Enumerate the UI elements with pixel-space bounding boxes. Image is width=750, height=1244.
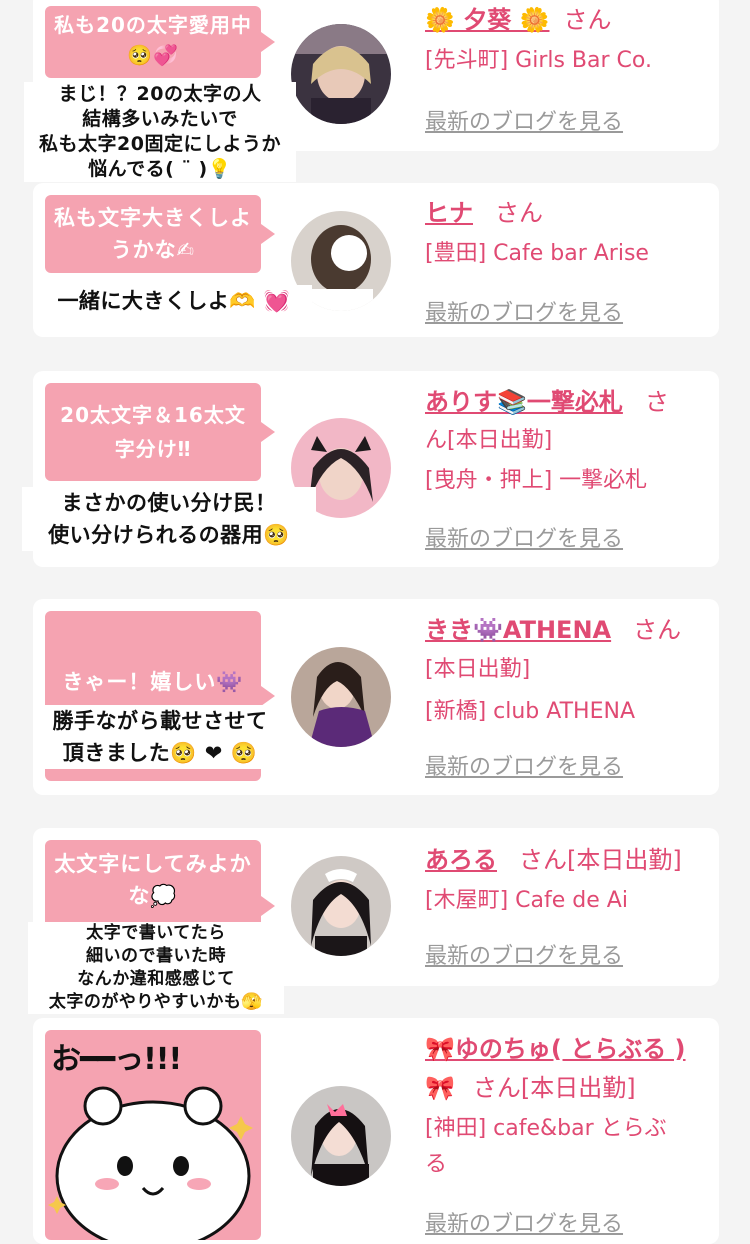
- caption-line: まさかの使い分け民！: [61, 491, 277, 515]
- host-info: ヒナ さん [豊田] Cafe bar Arise: [425, 193, 709, 275]
- caption-line: 太字で書いてたら: [86, 923, 226, 943]
- host-name-link[interactable]: ありす📚一撃必札: [425, 388, 623, 416]
- caption-line: まじ！？20の太字の人: [58, 83, 262, 105]
- avatar[interactable]: [291, 647, 391, 747]
- comment-text: 私も20の太字愛用中🥺💞: [54, 13, 252, 67]
- caption-line: 一緒に大きくしよ🫶 💓: [57, 289, 291, 313]
- latest-blog-link[interactable]: 最新のブログを見る: [425, 295, 623, 327]
- host-info: きき👾ATHENA さん [本日出勤] [新橋] club ATHENA: [425, 611, 709, 733]
- caption-line: 使い分けられるの器用🥺: [48, 523, 290, 547]
- latest-blog-link[interactable]: 最新のブログを見る: [425, 104, 623, 136]
- host-info: 🎀ゆのちゅ( とらぶる ) 🎀 さん[本日出勤] [神田] cafe&bar とら…: [425, 1030, 709, 1186]
- comment-bubble: 20太文字＆16太文字分け‼: [45, 383, 275, 481]
- host-info: ありす📚一撃必札さ ん[本日出勤] [曳舟・押上] 一撃必札: [425, 383, 709, 501]
- latest-blog-link[interactable]: 最新のブログを見る: [425, 1206, 623, 1238]
- host-name-link[interactable]: ヒナ: [425, 199, 473, 227]
- host-name-link[interactable]: あろる: [425, 846, 497, 874]
- honorific: さん[本日出勤]: [519, 846, 682, 874]
- avatar[interactable]: [291, 1086, 391, 1186]
- caption-box: 太字で書いてたら 細いので書いた時 なんか違和感感じて 太字のがやりやすいかも🫣: [28, 922, 284, 1014]
- host-info: あろる さん[本日出勤] [木屋町] Cafe de Ai: [425, 840, 709, 922]
- comment-text: 20太文字＆16太文字分け‼: [60, 403, 246, 461]
- caption-line: なんか違和感感じて: [77, 969, 235, 989]
- caption-line: 私も太字20固定にしようか: [39, 133, 281, 155]
- shop-line: [新橋] club ATHENA: [425, 699, 635, 724]
- shop-line: [豊田] Cafe bar Arise: [425, 241, 649, 266]
- latest-blog-link[interactable]: 最新のブログを見る: [425, 749, 623, 781]
- caption-line: 太字のがやりやすいかも🫣: [48, 992, 264, 1012]
- comment-bubble: 私も20の太字愛用中🥺💞: [45, 6, 275, 78]
- profile-card: お━━っ!!! 🎀ゆのちゅ( とらぶる ) 🎀 さん[本日出勤] [神田] ca…: [33, 1018, 719, 1244]
- status-line: [本日出勤]: [425, 657, 531, 682]
- honorific: さん[本日出勤]: [472, 1074, 636, 1102]
- name-suffix: 🎀: [425, 1074, 455, 1102]
- caption-box: まじ！？20の太字の人 結構多いみたいで 私も太字20固定にしようか 悩んでる(…: [24, 82, 296, 182]
- host-name-link[interactable]: 🌼 夕葵 🌼: [425, 6, 549, 34]
- sticker-caption: お━━っ!!!: [51, 1042, 182, 1077]
- caption-line: 勝手ながら載せさせて: [52, 709, 268, 733]
- honorific: さ: [644, 388, 669, 416]
- comment-text: 太文字にしてみよかな💭: [54, 852, 252, 908]
- bear-icon: [48, 1086, 253, 1240]
- caption-box: 一緒に大きくしよ🫶 💓: [36, 285, 312, 317]
- shop-line: [先斗町] Girls Bar Co.: [425, 48, 652, 73]
- caption-line: 結構多いみたいで: [82, 108, 238, 130]
- comment-text: きゃー！嬉しい👾: [62, 670, 244, 694]
- honorific: さん: [633, 616, 682, 644]
- latest-blog-link[interactable]: 最新のブログを見る: [425, 521, 623, 553]
- caption-line: 頂きました🥺 ❤ 🥺: [62, 741, 258, 765]
- avatar[interactable]: [291, 24, 391, 124]
- sticker-image: お━━っ!!!: [45, 1030, 261, 1240]
- caption-box: まさかの使い分け民！ 使い分けられるの器用🥺: [22, 487, 316, 551]
- shop-line: [神田] cafe&bar とらぶ: [425, 1116, 667, 1141]
- honorific: さん: [495, 199, 543, 227]
- honorific: さん: [563, 6, 612, 34]
- host-name-link[interactable]: きき👾ATHENA: [425, 616, 611, 644]
- shop-line-wrap: る: [425, 1152, 448, 1177]
- caption-box: 勝手ながら載せさせて 頂きました🥺 ❤ 🥺: [38, 705, 282, 769]
- comment-text: 私も文字大きくしようかな✍: [54, 206, 252, 262]
- host-name-link[interactable]: 🎀ゆのちゅ( とらぶる ): [425, 1035, 686, 1063]
- host-info: 🌼 夕葵 🌼 さん [先斗町] Girls Bar Co.: [425, 0, 709, 82]
- comment-bubble: 私も文字大きくしようかな✍: [45, 195, 275, 273]
- avatar[interactable]: [291, 856, 391, 956]
- caption-line: 悩んでる( ¨ )💡: [88, 158, 232, 180]
- shop-line: [曳舟・押上] 一撃必札: [425, 468, 648, 493]
- status-line: ん[本日出勤]: [425, 428, 553, 453]
- caption-line: 細いので書いた時: [86, 946, 226, 966]
- shop-line: [木屋町] Cafe de Ai: [425, 888, 628, 913]
- latest-blog-link[interactable]: 最新のブログを見る: [425, 938, 623, 970]
